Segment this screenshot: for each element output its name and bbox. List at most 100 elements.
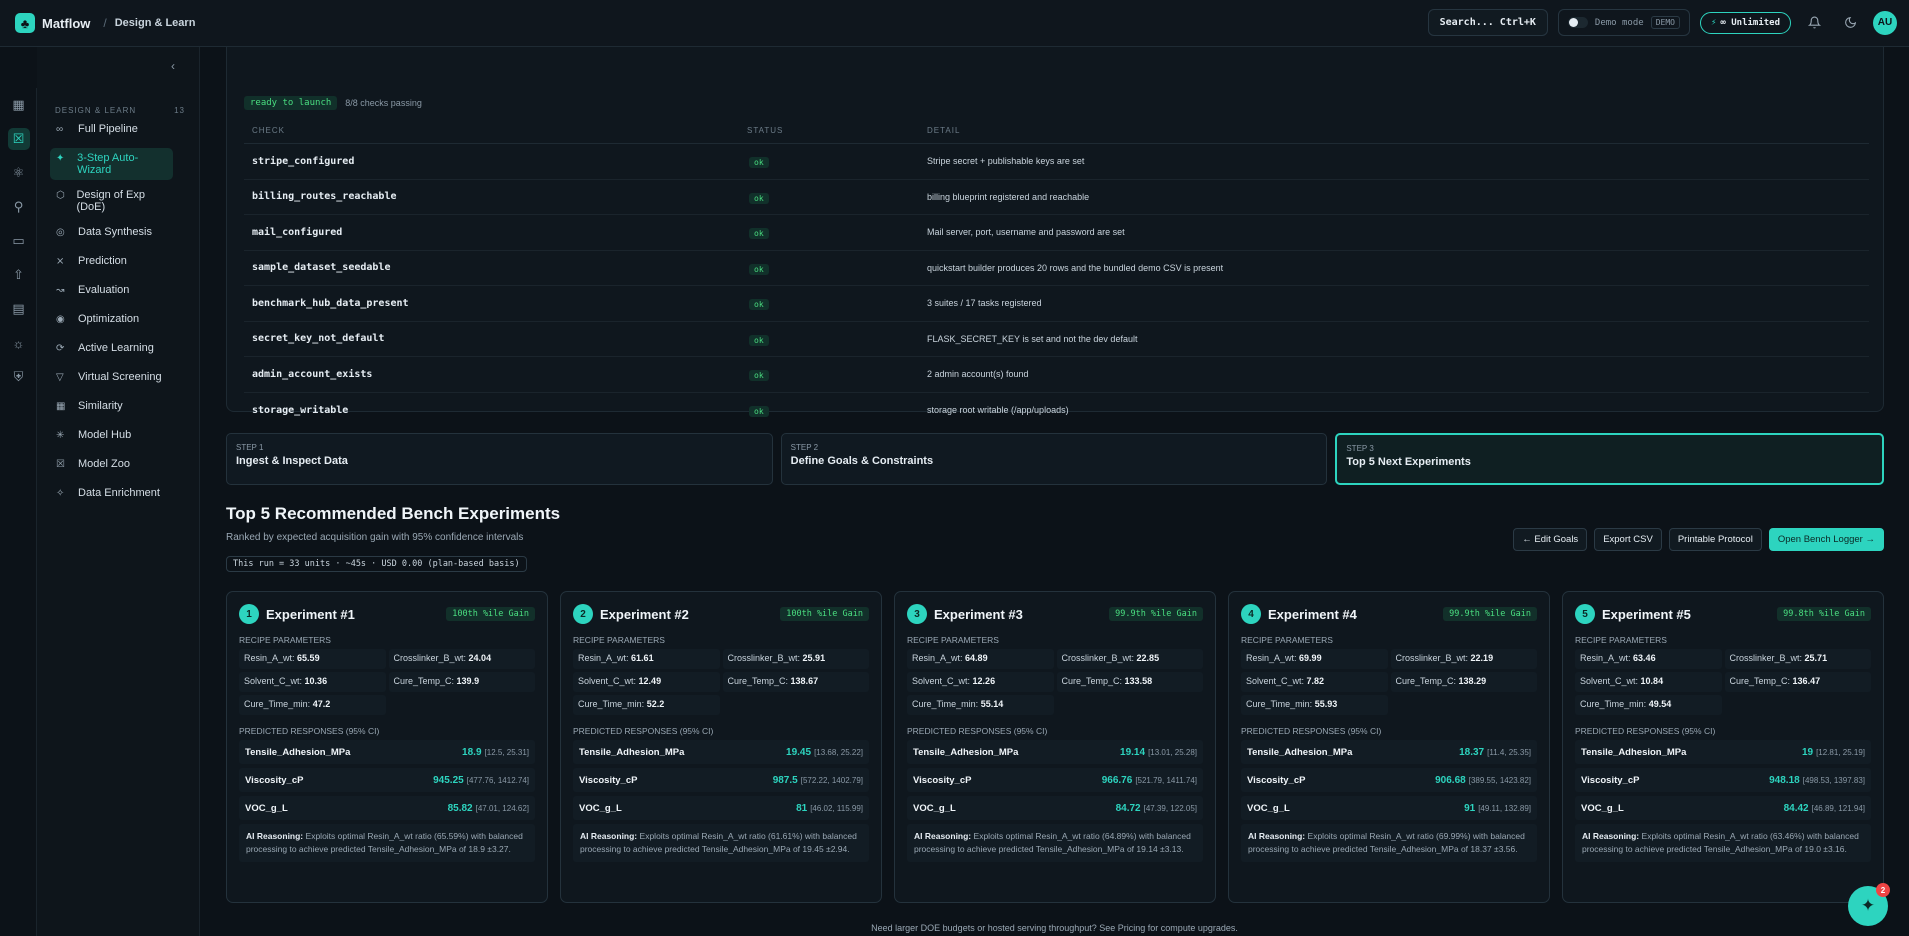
param-name: Crosslinker_B_wt:	[393, 653, 467, 663]
sidebar-item-doe[interactable]: ⬡ Design of Exp (DoE)	[50, 185, 173, 217]
breadcrumb[interactable]: Design & Learn	[115, 17, 196, 29]
param-value: 25.91	[802, 653, 826, 663]
predicted-response: Tensile_Adhesion_MPa 18.37 [11.4, 25.35]	[1241, 740, 1537, 764]
export-csv-button[interactable]: Export CSV	[1594, 528, 1662, 551]
table-row: admin_account_exists ok 2 admin account(s)…	[244, 357, 1869, 393]
design-learn-icon[interactable]: ☒	[0, 122, 37, 156]
recipe-param: Solvent_C_wt: 10.36	[239, 672, 386, 692]
experiment-name: Experiment #5	[1602, 606, 1691, 622]
recipe-param: Cure_Time_min: 52.2	[573, 695, 720, 715]
param-value: 12.26	[972, 676, 996, 686]
printable-protocol-button[interactable]: Printable Protocol	[1668, 528, 1762, 551]
sidebar-item-model-zoo[interactable]: ☒ Model Zoo	[50, 454, 173, 478]
predicted-label: PREDICTED RESPONSES (95% CI)	[1241, 726, 1382, 736]
page-subtitle: Ranked by expected acquisition gain with…	[226, 532, 524, 543]
experiment-card: 5 Experiment #5 99.8th %ile Gain RECIPE PAR…	[1562, 591, 1884, 903]
recipe-param: Resin_A_wt: 65.59	[239, 649, 386, 669]
avatar[interactable]: AU	[1873, 10, 1897, 35]
confidence-interval: [47.39, 122.05]	[1143, 803, 1197, 813]
param-name: Solvent_C_wt:	[578, 676, 637, 686]
param-name: Resin_A_wt:	[1580, 653, 1631, 663]
demo-mode-toggle[interactable]: Demo mode DEMO	[1557, 9, 1690, 36]
atom-icon[interactable]: ⚛	[0, 156, 37, 190]
sidebar-item-optimization[interactable]: ◉ Optimization	[50, 309, 173, 333]
sidebar-section-count: 13	[174, 106, 185, 115]
sidebar-item-data-enrichment[interactable]: ✧ Data Enrichment	[50, 483, 173, 507]
toggle-switch[interactable]	[1567, 17, 1588, 28]
step-2-tab[interactable]: STEP 2 Define Goals & Constraints	[780, 433, 1328, 485]
experiment-title: 4 Experiment #4	[1241, 604, 1357, 624]
confidence-interval: [521.79, 1411.74]	[1135, 775, 1197, 785]
param-name: Cure_Time_min:	[244, 699, 311, 709]
param-name: Solvent_C_wt:	[244, 676, 303, 686]
bell-icon[interactable]	[1801, 10, 1827, 36]
check-detail: 2 admin account(s) found	[927, 369, 1029, 380]
predicted-response: Tensile_Adhesion_MPa 18.9 [12.5, 25.31]	[239, 740, 535, 764]
predicted-label: PREDICTED RESPONSES (95% CI)	[907, 726, 1048, 736]
recipe-param: Resin_A_wt: 64.89	[907, 649, 1054, 669]
document-icon[interactable]: ▤	[0, 292, 37, 326]
step-1-tab[interactable]: STEP 1 Ingest & Inspect Data	[226, 433, 773, 485]
rank-badge: 4	[1241, 604, 1261, 624]
param-name: Solvent_C_wt:	[912, 676, 971, 686]
upload-icon[interactable]: ⇧	[0, 258, 37, 292]
notification-badge: 2	[1876, 883, 1890, 897]
param-value: 65.59	[297, 653, 320, 663]
predicted-responses: Tensile_Adhesion_MPa 18.37 [11.4, 25.35] Vi…	[1241, 740, 1537, 820]
shield-icon[interactable]: ⛨	[0, 360, 37, 394]
sidebar-item-label: Data Synthesis	[78, 226, 152, 238]
pill-icon[interactable]: ▭	[0, 224, 37, 258]
response-name: Tensile_Adhesion_MPa	[1581, 746, 1687, 758]
assistant-button[interactable]: ✦ 2	[1848, 883, 1890, 926]
plan-button[interactable]: ⚡ ∞ Unlimited	[1699, 11, 1791, 34]
param-name: Resin_A_wt:	[578, 653, 629, 663]
edit-goals-button[interactable]: ← Edit Goals	[1513, 528, 1588, 551]
experiment-title: 1 Experiment #1	[239, 604, 355, 624]
sidebar-item-auto-wizard[interactable]: ✦ 3-Step Auto-Wizard	[50, 148, 173, 180]
sidebar-item-data-synthesis[interactable]: ◎ Data Synthesis	[50, 222, 173, 246]
dashboard-icon[interactable]: ▦	[0, 88, 37, 122]
flask-icon: ◎	[56, 227, 65, 238]
predicted-responses: Tensile_Adhesion_MPa 18.9 [12.5, 25.31] Vis…	[239, 740, 535, 820]
check-name: secret_key_not_default	[252, 333, 385, 345]
flask-icon[interactable]: ⚲	[0, 190, 37, 224]
sidebar-item-virtual-screening[interactable]: ▽ Virtual Screening	[50, 367, 173, 391]
experiment-name: Experiment #1	[266, 606, 355, 622]
moon-icon[interactable]	[1837, 10, 1863, 36]
sidebar-item-label: Optimization	[78, 313, 140, 325]
recipe-param: Cure_Temp_C: 136.47	[1724, 672, 1871, 692]
param-value: 22.19	[1470, 653, 1494, 663]
app-logo[interactable]: ♣ Matflow	[15, 13, 90, 33]
open-bench-logger-button[interactable]: Open Bench Logger →	[1768, 528, 1884, 551]
recipe-param: Cure_Temp_C: 138.67	[722, 672, 869, 692]
sidebar-item-evaluation[interactable]: ↝ Evaluation	[50, 280, 173, 304]
param-value: 63.46	[1633, 653, 1656, 663]
confidence-interval: [47.01, 124.62]	[475, 803, 529, 813]
sidebar-item-active-learning[interactable]: ⟳ Active Learning	[50, 338, 173, 362]
search-button[interactable]: Search... Ctrl+K	[1427, 9, 1548, 36]
sidebar-item-prediction[interactable]: ⨯ Prediction	[50, 251, 173, 275]
status-ok-badge: ok	[749, 263, 769, 275]
sidebar-item-model-hub[interactable]: ✳ Model Hub	[50, 425, 173, 449]
collapse-sidebar-icon[interactable]: ‹	[171, 59, 175, 73]
param-name: Cure_Time_min:	[578, 699, 645, 709]
response-value: 85.82	[447, 802, 473, 814]
recipe-param: Solvent_C_wt: 12.49	[573, 672, 720, 692]
settings-icon[interactable]: ☼	[0, 326, 37, 360]
response-value: 84.72	[1115, 802, 1141, 814]
param-value: 64.89	[965, 653, 988, 663]
response-name: Tensile_Adhesion_MPa	[1247, 746, 1353, 758]
predicted-label: PREDICTED RESPONSES (95% CI)	[239, 726, 380, 736]
rank-badge: 5	[1575, 604, 1595, 624]
sidebar-item-full-pipeline[interactable]: ∞ Full Pipeline	[50, 119, 173, 143]
table-row: mail_configured ok Mail server, port, user…	[244, 215, 1869, 251]
ai-reasoning: AI Reasoning: Exploits optimal Resin_A_w…	[239, 824, 535, 862]
sidebar-nav: ∞ Full Pipeline ✦ 3-Step Auto-Wizard ⬡ Desi…	[50, 119, 173, 512]
gain-badge: 99.8th %ile Gain	[1777, 607, 1871, 621]
chart-icon: ↝	[56, 285, 65, 296]
sidebar-item-similarity[interactable]: ▦ Similarity	[50, 396, 173, 420]
predicted-responses: Tensile_Adhesion_MPa 19.14 [13.01, 25.28] V…	[907, 740, 1203, 820]
response-value: 945.25	[433, 774, 464, 786]
step-3-tab[interactable]: STEP 3 Top 5 Next Experiments	[1335, 433, 1885, 485]
table-header: CHECK STATUS DETAIL	[244, 117, 1869, 144]
